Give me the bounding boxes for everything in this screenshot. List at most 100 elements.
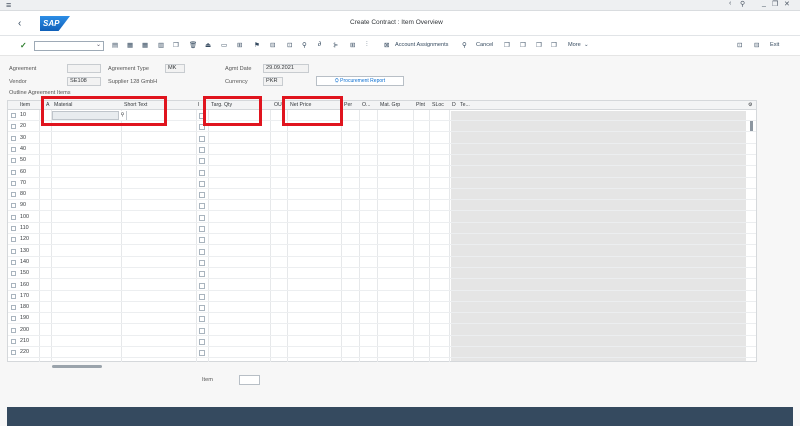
minimize-icon[interactable]: _	[762, 0, 766, 7]
account-assignments-button[interactable]: Account Assignments	[395, 42, 448, 48]
item-category-checkbox[interactable]	[199, 214, 205, 221]
col-sloc[interactable]: SLoc	[432, 102, 444, 108]
item-category-checkbox[interactable]	[199, 316, 205, 323]
row-select-checkbox[interactable]	[11, 339, 16, 344]
table-icon[interactable]: ▦	[142, 41, 148, 49]
copy-icon[interactable]: ❐	[173, 41, 179, 49]
item-category-checkbox[interactable]	[199, 293, 205, 300]
row-select-checkbox[interactable]	[11, 158, 16, 164]
col-ou[interactable]: OU	[274, 102, 282, 108]
row-select-checkbox[interactable]	[11, 316, 16, 322]
paste-icon[interactable]: ❐	[536, 41, 542, 49]
table-row[interactable]: 40	[8, 145, 756, 155]
table-row[interactable]: 80	[8, 190, 756, 201]
delete-icon[interactable]: 🗑	[189, 41, 197, 49]
col-i[interactable]: I	[198, 102, 199, 108]
row-select-checkbox[interactable]	[11, 350, 16, 356]
col-mat-grp[interactable]: Mat. Grp	[380, 102, 400, 108]
table-row[interactable]: 50	[8, 156, 756, 167]
row-select-checkbox[interactable]	[11, 192, 16, 198]
table-row[interactable]: 60	[8, 168, 756, 178]
col-per[interactable]: Per	[344, 102, 352, 108]
col-item[interactable]: Item	[20, 102, 30, 108]
window-icon[interactable]: ▭	[221, 41, 227, 49]
table-row[interactable]: 130	[8, 247, 756, 257]
col-plnt[interactable]: Plnt	[416, 102, 425, 108]
vendor-field[interactable]: SE108	[67, 77, 101, 86]
variant-icon[interactable]: ⊱	[333, 41, 338, 49]
item-category-checkbox[interactable]	[199, 237, 205, 244]
cancel-button[interactable]: Cancel	[476, 42, 493, 48]
row-select-checkbox[interactable]	[11, 259, 16, 265]
agreement-field[interactable]	[67, 64, 101, 73]
item-category-checkbox[interactable]	[199, 271, 205, 278]
row-select-checkbox[interactable]	[11, 203, 16, 209]
list-icon[interactable]: ▥	[158, 41, 164, 49]
col-d[interactable]: D	[452, 102, 456, 108]
back-button[interactable]: ‹	[18, 18, 21, 29]
row-select-checkbox[interactable]	[11, 214, 16, 220]
table-row[interactable]: 70	[8, 179, 756, 189]
more-chevron-icon[interactable]: ⌄	[584, 42, 589, 48]
nav-back-icon[interactable]: ‹	[729, 0, 731, 7]
row-select-checkbox[interactable]	[11, 135, 16, 141]
procurement-report-button[interactable]: ⛭ Procurement Report	[316, 76, 404, 86]
menu-icon[interactable]: ≡	[6, 0, 11, 10]
close-icon[interactable]: ✕	[784, 0, 790, 8]
copy-icon-2[interactable]: ❐	[504, 41, 510, 49]
col-te[interactable]: Te...	[460, 102, 470, 108]
table-row[interactable]: 140	[8, 258, 756, 268]
fullscreen-icon[interactable]: ⊡	[737, 41, 742, 49]
item-category-checkbox[interactable]	[199, 192, 205, 199]
enter-check-icon[interactable]: ✓	[20, 41, 27, 50]
row-select-checkbox[interactable]	[11, 124, 16, 130]
row-select-checkbox[interactable]	[11, 327, 16, 333]
item-category-checkbox[interactable]	[199, 146, 205, 153]
window-icon-2[interactable]: ⊟	[754, 41, 759, 49]
item-category-checkbox[interactable]	[199, 350, 205, 357]
row-select-checkbox[interactable]	[11, 271, 16, 277]
col-o[interactable]: O...	[362, 102, 370, 108]
row-select-checkbox[interactable]	[11, 305, 16, 311]
table-row[interactable]: 170	[8, 292, 756, 302]
table-row[interactable]: 200	[8, 326, 756, 336]
exit-button[interactable]: Exit	[770, 42, 779, 48]
item-category-checkbox[interactable]	[199, 158, 205, 165]
row-select-checkbox[interactable]	[11, 282, 16, 288]
eject-icon[interactable]: ⏏	[205, 41, 211, 49]
item-category-checkbox[interactable]	[199, 305, 205, 312]
currency-field[interactable]: PKR	[263, 77, 283, 86]
table-row[interactable]: 30	[8, 134, 756, 144]
row-select-checkbox[interactable]	[11, 146, 16, 152]
table-row[interactable]: 110	[8, 224, 756, 234]
item-category-checkbox[interactable]	[199, 248, 205, 255]
chevron-down-icon[interactable]: ⌄	[96, 41, 101, 48]
table-row[interactable]: 180	[8, 303, 756, 314]
agmt-date-field[interactable]: 29.09.2021	[263, 64, 309, 73]
cancel-icon[interactable]: ⚲	[462, 41, 467, 49]
table-row[interactable]: 90	[8, 201, 756, 212]
horizontal-scrollbar[interactable]	[44, 363, 444, 368]
table-row[interactable]: 150	[8, 269, 756, 280]
table-row[interactable]: 220	[8, 348, 756, 359]
row-select-checkbox[interactable]	[11, 169, 16, 175]
item-category-checkbox[interactable]	[199, 169, 205, 176]
calculator-icon[interactable]: ⊞	[350, 41, 355, 49]
link-icon[interactable]: ∂	[318, 41, 321, 48]
vertical-scrollbar[interactable]	[748, 111, 756, 361]
table-row[interactable]: 190	[8, 314, 756, 325]
maximize-icon[interactable]: ❐	[772, 0, 778, 8]
horizontal-scroll-thumb[interactable]	[52, 365, 102, 368]
item-category-checkbox[interactable]	[199, 339, 205, 345]
item-category-checkbox[interactable]	[199, 259, 205, 266]
row-select-checkbox[interactable]	[11, 226, 16, 231]
row-select-checkbox[interactable]	[11, 293, 16, 299]
item-category-checkbox[interactable]	[199, 226, 205, 232]
account-assignments-icon[interactable]: ⊠	[384, 41, 389, 49]
row-select-checkbox[interactable]	[11, 237, 16, 243]
chart-icon[interactable]: ⫶	[366, 41, 368, 49]
search-icon[interactable]: ⚲	[302, 41, 307, 49]
document-icon[interactable]: ▤	[112, 41, 118, 49]
vertical-scroll-thumb[interactable]	[750, 121, 753, 131]
item-field[interactable]	[239, 375, 260, 385]
